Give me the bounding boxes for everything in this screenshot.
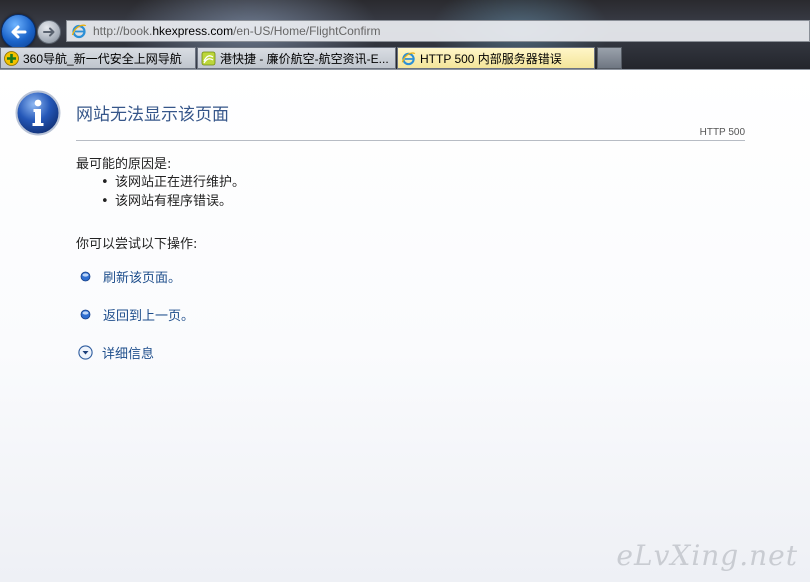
list-item: 该网站有程序错误。 [101, 192, 245, 211]
list-item: 该网站正在进行维护。 [101, 173, 245, 192]
blue-bullet-icon [80, 271, 91, 281]
expand-chevron-icon [78, 344, 93, 360]
tab-label: HTTP 500 内部服务器错误 [420, 51, 562, 66]
go-back-link[interactable]: 返回到上一页。 [80, 305, 195, 324]
watermark: eLvXing.net [616, 539, 798, 572]
ie-icon [71, 24, 87, 39]
back-link-label: 返回到上一页。 [103, 308, 195, 324]
ie-icon [401, 51, 416, 65]
url-prefix: http://book. [93, 24, 153, 38]
refresh-page-link[interactable]: 刷新该页面。 [80, 267, 182, 286]
arrow-right-icon [43, 27, 55, 37]
forward-button[interactable] [37, 20, 61, 44]
tab-label: 港快捷 - 廉价航空-航空资讯-E... [220, 51, 389, 66]
refresh-link-label: 刷新该页面。 [103, 270, 182, 286]
blue-bullet-icon [80, 309, 91, 319]
tab-hkexpress[interactable]: 港快捷 - 廉价航空-航空资讯-E... [197, 47, 396, 69]
actions-heading: 你可以尝试以下操作: [76, 237, 198, 252]
new-tab-button[interactable] [597, 47, 622, 69]
tab-strip: 360导航_新一代安全上网导航 港快捷 - 廉价航空-航空资讯-E... HTT… [0, 47, 810, 70]
title-divider [76, 140, 745, 141]
error-page: 网站无法显示该页面 HTTP 500 最可能的原因是: 该网站正在进行维护。 该… [0, 70, 810, 582]
more-information-toggle[interactable]: 详细信息 [78, 343, 155, 362]
tab-360-nav[interactable]: 360导航_新一代安全上网导航 [0, 47, 196, 69]
browser-chrome: http://book.hkexpress.com/en-US/Home/Fli… [0, 0, 810, 70]
http-status-code: HTTP 500 [699, 127, 745, 138]
cause-list: 该网站正在进行维护。 该网站有程序错误。 [101, 173, 245, 211]
tab-http-500[interactable]: HTTP 500 内部服务器错误 [397, 47, 595, 69]
details-link-label: 详细信息 [102, 346, 155, 362]
tab-label: 360导航_新一代安全上网导航 [23, 51, 182, 66]
back-button[interactable] [1, 14, 36, 49]
page-title: 网站无法显示该页面 [76, 105, 229, 125]
info-icon [15, 90, 61, 136]
site-favicon [201, 51, 216, 65]
arrow-left-icon [11, 25, 26, 38]
address-url: http://book.hkexpress.com/en-US/Home/Fli… [93, 24, 380, 38]
url-path: /en-US/Home/FlightConfirm [233, 24, 381, 38]
360-plus-icon [4, 50, 19, 66]
address-bar[interactable]: http://book.hkexpress.com/en-US/Home/Fli… [66, 20, 810, 42]
causes-heading: 最可能的原因是: [76, 157, 172, 172]
url-domain: hkexpress.com [152, 24, 234, 38]
